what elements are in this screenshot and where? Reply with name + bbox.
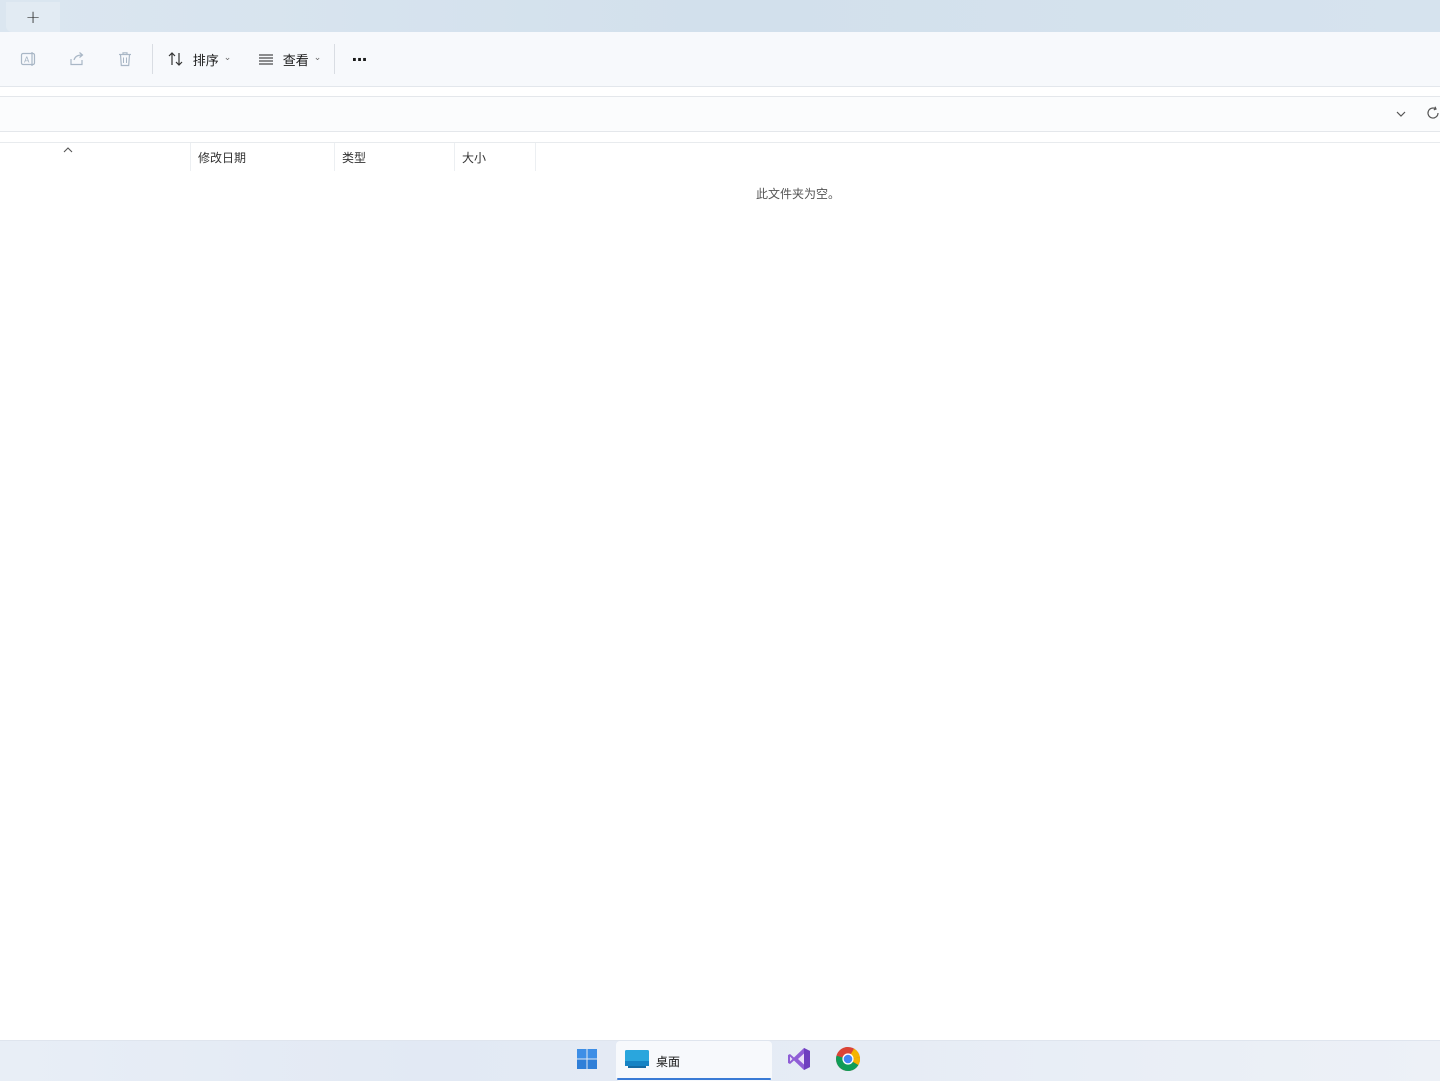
chevron-down-icon xyxy=(1395,105,1407,124)
chrome-icon xyxy=(835,1046,861,1076)
address-history-button[interactable] xyxy=(1392,105,1410,123)
taskbar-item-chrome[interactable] xyxy=(833,1041,863,1081)
address-bar[interactable] xyxy=(0,96,1440,132)
new-tab-button[interactable]: + xyxy=(6,2,60,32)
command-bar: A 排序 ⌄ 查看 ⌄ ··· xyxy=(0,32,1440,87)
toolbar-divider xyxy=(334,44,335,74)
sort-arrows-icon xyxy=(167,50,185,68)
column-header-label: 大小 xyxy=(462,150,487,165)
column-header-type[interactable]: 类型 xyxy=(335,143,455,171)
sort-ascending-icon xyxy=(62,143,74,153)
rename-button[interactable]: A xyxy=(16,44,42,74)
column-header-size[interactable]: 大小 xyxy=(455,143,536,171)
more-icon: ··· xyxy=(351,49,367,69)
rename-icon: A xyxy=(20,50,38,68)
share-button[interactable] xyxy=(64,44,90,74)
visual-studio-icon xyxy=(786,1046,812,1076)
share-icon xyxy=(68,50,86,68)
windows-logo-icon xyxy=(576,1048,598,1074)
sort-label: 排序 xyxy=(192,53,219,69)
empty-folder-message: 此文件夹为空。 xyxy=(755,187,840,201)
chevron-down-icon: ⌄ xyxy=(223,53,232,63)
chevron-down-icon: ⌄ xyxy=(313,53,322,63)
taskbar: 桌面 xyxy=(0,1040,1440,1081)
sort-button[interactable]: 排序 ⌄ xyxy=(164,44,234,74)
refresh-button[interactable] xyxy=(1426,105,1440,123)
view-label: 查看 xyxy=(282,53,309,69)
column-header-label: 类型 xyxy=(342,150,367,165)
desktop-folder-icon xyxy=(624,1049,650,1073)
view-button[interactable]: 查看 ⌄ xyxy=(254,44,324,74)
tab-bar: + xyxy=(0,0,1440,32)
taskbar-item-label: 桌面 xyxy=(656,1054,681,1069)
column-header-label: 修改日期 xyxy=(198,150,247,165)
column-header-name[interactable] xyxy=(0,143,191,171)
plus-icon: + xyxy=(25,6,41,28)
column-headers: 修改日期 类型 大小 xyxy=(0,142,1440,171)
refresh-icon xyxy=(1426,105,1440,124)
list-view-icon xyxy=(257,50,275,68)
taskbar-item-file-explorer[interactable]: 桌面 xyxy=(616,1041,772,1081)
taskbar-item-visual-studio[interactable] xyxy=(784,1041,814,1081)
toolbar-divider xyxy=(152,44,153,74)
trash-icon xyxy=(116,50,134,68)
svg-text:A: A xyxy=(24,56,30,65)
column-header-date-modified[interactable]: 修改日期 xyxy=(191,143,335,171)
more-options-button[interactable]: ··· xyxy=(344,44,374,74)
start-button[interactable] xyxy=(572,1041,602,1081)
delete-button[interactable] xyxy=(112,44,138,74)
